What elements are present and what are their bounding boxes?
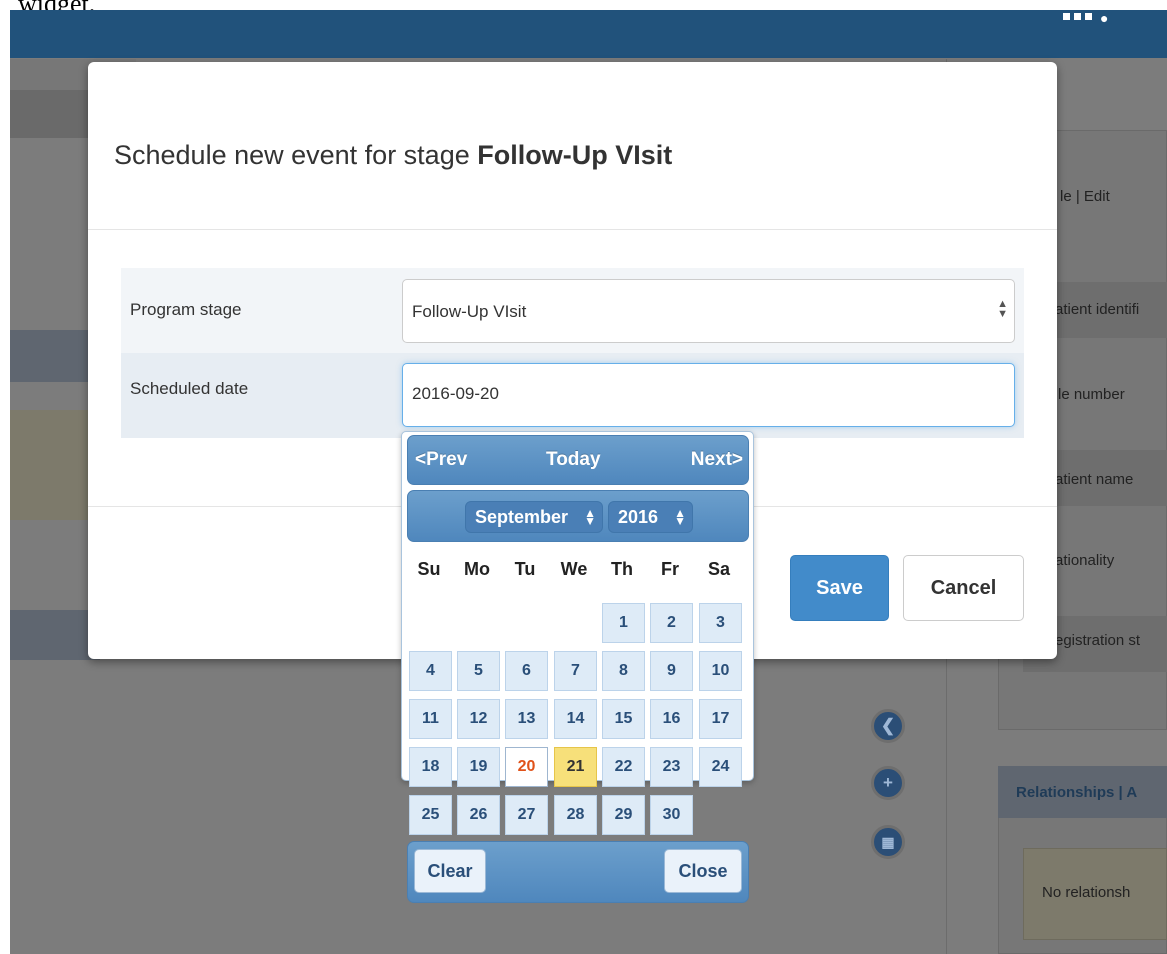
calendar-day[interactable]: 27	[505, 795, 548, 835]
profile-field-label: ationality	[1055, 552, 1115, 569]
weekday-label: Tu	[514, 559, 536, 579]
background-notice	[10, 410, 100, 520]
schedule-form: Program stage Follow-Up VIsit ▲ ▼ Schedul…	[121, 268, 1024, 438]
profile-field-label: atient name	[1055, 471, 1134, 488]
apps-menu-icon[interactable]	[1063, 13, 1093, 21]
program-stage-value: Follow-Up VIsit	[412, 302, 527, 321]
today-button[interactable]: Today	[546, 449, 601, 471]
save-button[interactable]: Save	[790, 555, 889, 621]
calendar-day[interactable]: 29	[602, 795, 645, 835]
year-select[interactable]: 2016 ▲ ▼	[608, 501, 693, 533]
calendar-day[interactable]: 12	[457, 699, 500, 739]
calendar-day[interactable]: 20	[505, 747, 548, 787]
profile-field-label: le number	[1058, 386, 1125, 403]
weekday-label: We	[560, 559, 588, 579]
calendar-icon: ▦	[881, 833, 895, 850]
month-select[interactable]: September ▲ ▼	[465, 501, 603, 533]
weekday-label: Su	[417, 559, 441, 579]
weekday-label: Fr	[661, 559, 679, 579]
calendar-day[interactable]: 15	[602, 699, 645, 739]
prev-month-button[interactable]: <Prev	[415, 449, 467, 471]
calendar-day[interactable]: 23	[650, 747, 693, 787]
weekday-label: Sa	[707, 559, 731, 579]
background-panel	[10, 90, 100, 138]
weekday-header: Su Mo Tu We Th Fr Sa	[407, 559, 749, 583]
background-panel-header	[10, 330, 100, 382]
profile-field-label: egistration st	[1055, 632, 1141, 649]
modal-header: Schedule new event for stage Follow-Up V…	[88, 62, 1057, 230]
year-select-value: 2016	[618, 506, 659, 527]
scheduled-date-value: 2016-09-20	[412, 384, 499, 403]
calendar-day[interactable]: 22	[602, 747, 645, 787]
calendar-day[interactable]: 17	[699, 699, 742, 739]
calendar-day[interactable]: 4	[409, 651, 452, 691]
background-panel-header	[10, 610, 100, 660]
calendar-day[interactable]: 9	[650, 651, 693, 691]
profile-panel-header[interactable]: le | Edit	[1060, 188, 1110, 205]
select-arrows-icon: ▲ ▼	[997, 298, 1008, 320]
cancel-button[interactable]: Cancel	[903, 555, 1024, 621]
calendar-day[interactable]: 7	[554, 651, 597, 691]
profile-field-label: atient identifi	[1055, 301, 1140, 318]
weekday-label: Mo	[464, 559, 490, 579]
plus-icon: +	[883, 773, 893, 792]
clear-date-button[interactable]: Clear	[414, 849, 486, 893]
calendar-day[interactable]: 5	[457, 651, 500, 691]
calendar-day[interactable]: 3	[699, 603, 742, 643]
month-select-value: September	[475, 506, 569, 527]
modal-title-stage: Follow-Up VIsit	[477, 140, 673, 170]
program-stage-select[interactable]: Follow-Up VIsit ▲ ▼	[402, 279, 1015, 343]
calendar-day[interactable]: 6	[505, 651, 548, 691]
calendar-day[interactable]: 13	[505, 699, 548, 739]
calendar-day[interactable]: 30	[650, 795, 693, 835]
calendar-day[interactable]: 18	[409, 747, 452, 787]
calendar-day[interactable]: 2	[650, 603, 693, 643]
scheduled-date-label: Scheduled date	[130, 379, 249, 398]
no-relationships-text: No relationsh	[1042, 884, 1131, 901]
calendar-day[interactable]: 24	[699, 747, 742, 787]
relationships-title[interactable]: Relationships | A	[1016, 784, 1137, 801]
calendar-day[interactable]: 11	[409, 699, 452, 739]
calendar-day[interactable]: 25	[409, 795, 452, 835]
calendar-day[interactable]: 28	[554, 795, 597, 835]
collapse-button[interactable]: ❮	[871, 709, 905, 743]
calendar-day[interactable]: 26	[457, 795, 500, 835]
calendar-day[interactable]: 16	[650, 699, 693, 739]
weekday-label: Th	[611, 559, 633, 579]
add-button[interactable]: +	[871, 766, 905, 800]
calendar-day[interactable]: 8	[602, 651, 645, 691]
scheduled-date-input[interactable]: 2016-09-20	[402, 363, 1015, 427]
next-month-button[interactable]: Next>	[691, 449, 743, 471]
datepicker-month-year-bar: September ▲ ▼ 2016 ▲ ▼	[407, 490, 749, 542]
select-arrows-icon: ▲ ▼	[674, 506, 686, 528]
scheduled-date-row: Scheduled date 2016-09-20	[121, 353, 1024, 438]
program-stage-label: Program stage	[130, 300, 242, 319]
datepicker-nav-bar: <Prev Today Next>	[407, 435, 749, 485]
calendar-day[interactable]: 14	[554, 699, 597, 739]
modal-title-prefix: Schedule new event for stage	[114, 140, 478, 170]
calendar-day[interactable]: 21	[554, 747, 597, 787]
profile-icon[interactable]: ●	[1100, 10, 1108, 26]
top-header-bar: ●	[10, 10, 1167, 58]
datepicker-footer-bar: Clear Close	[407, 841, 749, 903]
calendar-day[interactable]: 1	[602, 603, 645, 643]
modal-title: Schedule new event for stage Follow-Up V…	[114, 140, 672, 171]
chevron-left-icon: ❮	[880, 716, 896, 735]
program-stage-row: Program stage Follow-Up VIsit ▲ ▼	[121, 268, 1024, 353]
schedule-button[interactable]: ▦	[871, 825, 905, 859]
calendar-day[interactable]: 19	[457, 747, 500, 787]
select-arrows-icon: ▲ ▼	[584, 506, 596, 528]
calendar-day[interactable]: 10	[699, 651, 742, 691]
close-datepicker-button[interactable]: Close	[664, 849, 742, 893]
datepicker-popup: <Prev Today Next> September ▲ ▼ 2016 ▲ ▼ Su M…	[401, 431, 754, 903]
